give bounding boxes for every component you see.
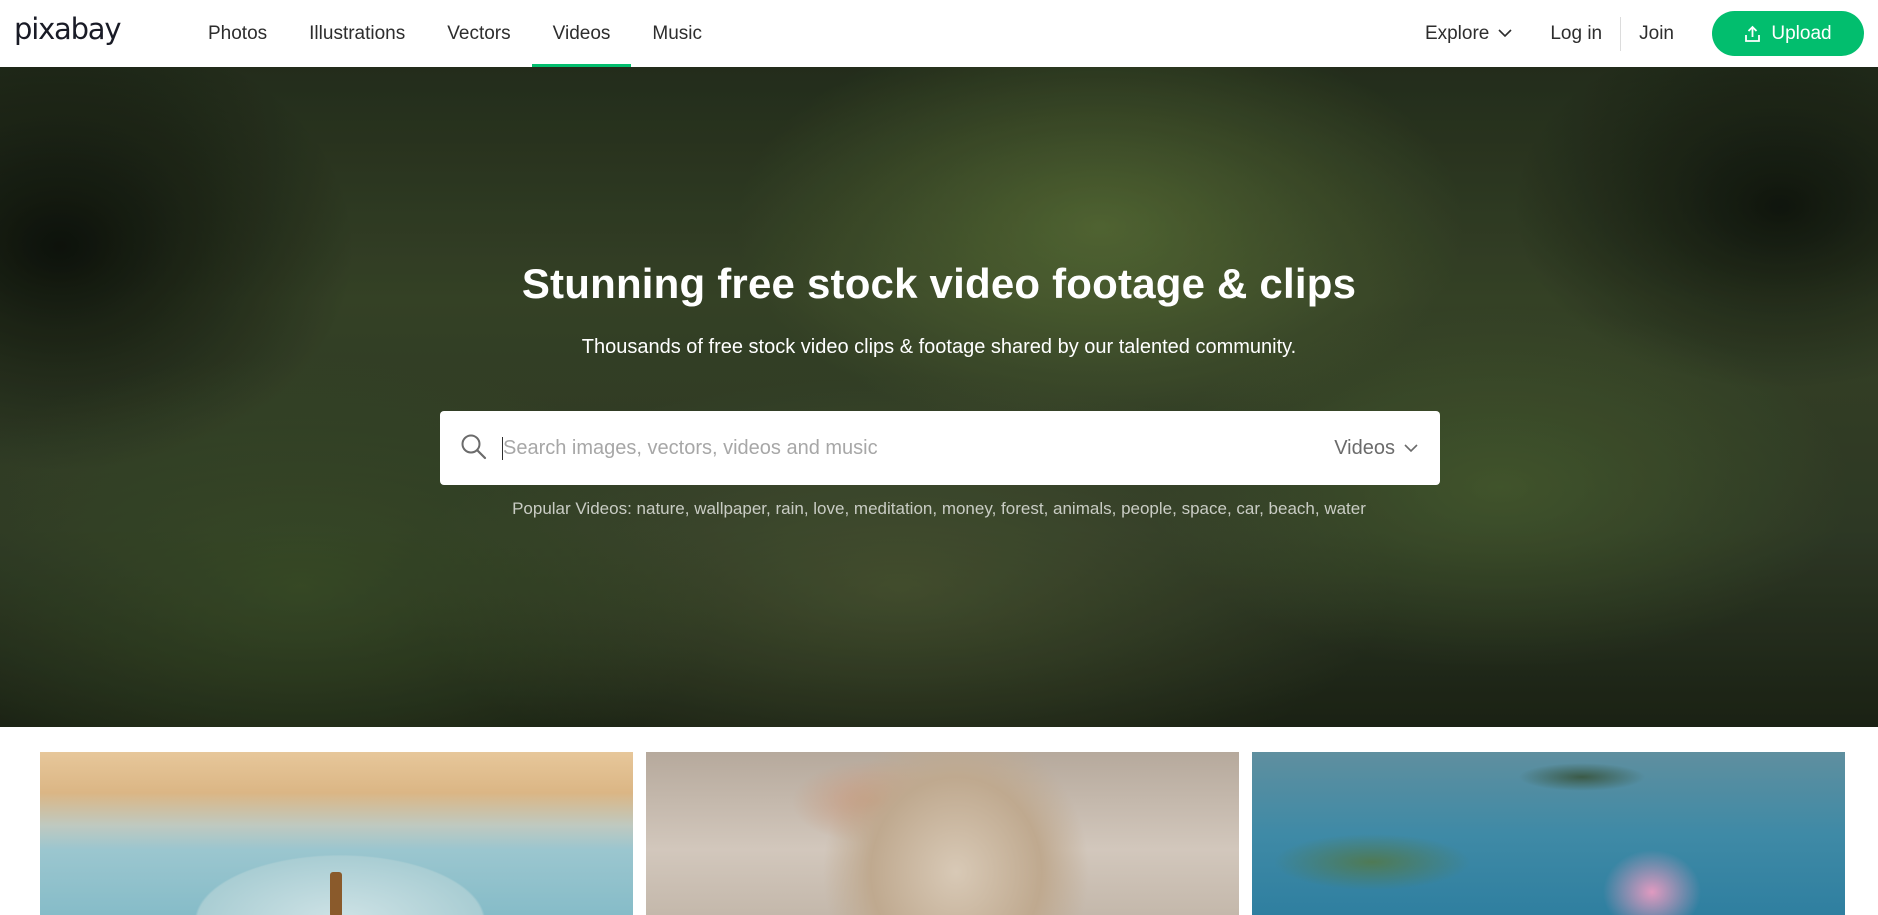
nav-videos[interactable]: Videos	[531, 0, 632, 67]
popular-tag[interactable]: people	[1121, 499, 1172, 518]
account-nav: Explore Log in Join Upload	[1425, 0, 1864, 67]
nav-vectors[interactable]: Vectors	[426, 0, 531, 67]
video-thumbnail-water-lily[interactable]	[1252, 752, 1845, 915]
media-type-label: Videos	[1334, 436, 1395, 459]
explore-menu[interactable]: Explore	[1425, 23, 1512, 45]
popular-searches: Popular Videos: nature, wallpaper, rain,…	[512, 499, 1366, 518]
popular-tag[interactable]: animals	[1053, 499, 1112, 518]
explore-label: Explore	[1424, 22, 1490, 44]
media-type-dropdown[interactable]: Videos	[1334, 411, 1418, 485]
chevron-down-icon	[1498, 29, 1512, 38]
popular-tag[interactable]: love	[813, 499, 844, 518]
chevron-down-icon	[1404, 443, 1418, 452]
pixabay-logo[interactable]: pixabay	[14, 12, 122, 46]
search-input[interactable]	[503, 429, 1293, 467]
nav-music[interactable]: Music	[631, 0, 723, 67]
join-link[interactable]: Join	[1621, 23, 1674, 45]
search-icon[interactable]	[460, 433, 488, 461]
popular-tag[interactable]: nature	[637, 499, 685, 518]
turntable-spindle	[330, 872, 342, 915]
popular-tag[interactable]: water	[1324, 499, 1366, 518]
popular-tag[interactable]: forest	[1001, 499, 1044, 518]
video-grid	[40, 752, 1845, 915]
upload-icon	[1745, 25, 1761, 42]
popular-tag[interactable]: space	[1182, 499, 1227, 518]
hero-title: Stunning free stock video footage & clip…	[521, 260, 1357, 307]
top-header: pixabay Photos Illustrations Vectors Vid…	[0, 0, 1878, 67]
upload-button[interactable]: Upload	[1712, 11, 1864, 56]
video-thumbnail-record-player[interactable]	[40, 752, 633, 915]
popular-tag[interactable]: beach	[1269, 499, 1315, 518]
login-link[interactable]: Log in	[1550, 16, 1622, 51]
video-thumbnail-sand-hand[interactable]	[646, 752, 1239, 915]
nav-photos[interactable]: Photos	[187, 0, 288, 67]
popular-label: Popular Videos:	[512, 499, 632, 518]
popular-tag[interactable]: rain	[775, 499, 803, 518]
hero-background-video	[0, 67, 1878, 727]
popular-tag[interactable]: money	[942, 499, 992, 518]
popular-tag[interactable]: wallpaper	[694, 499, 766, 518]
popular-tag[interactable]: car	[1236, 499, 1259, 518]
hero-banner: Stunning free stock video footage & clip…	[0, 67, 1878, 727]
search-bar: Videos	[440, 411, 1440, 485]
hero-subtitle: Thousands of free stock video clips & fo…	[581, 336, 1297, 358]
nav-illustrations[interactable]: Illustrations	[288, 0, 426, 67]
upload-label: Upload	[1771, 22, 1832, 44]
main-nav: Photos Illustrations Vectors Videos Musi…	[187, 0, 723, 67]
popular-tag[interactable]: meditation	[854, 499, 932, 518]
